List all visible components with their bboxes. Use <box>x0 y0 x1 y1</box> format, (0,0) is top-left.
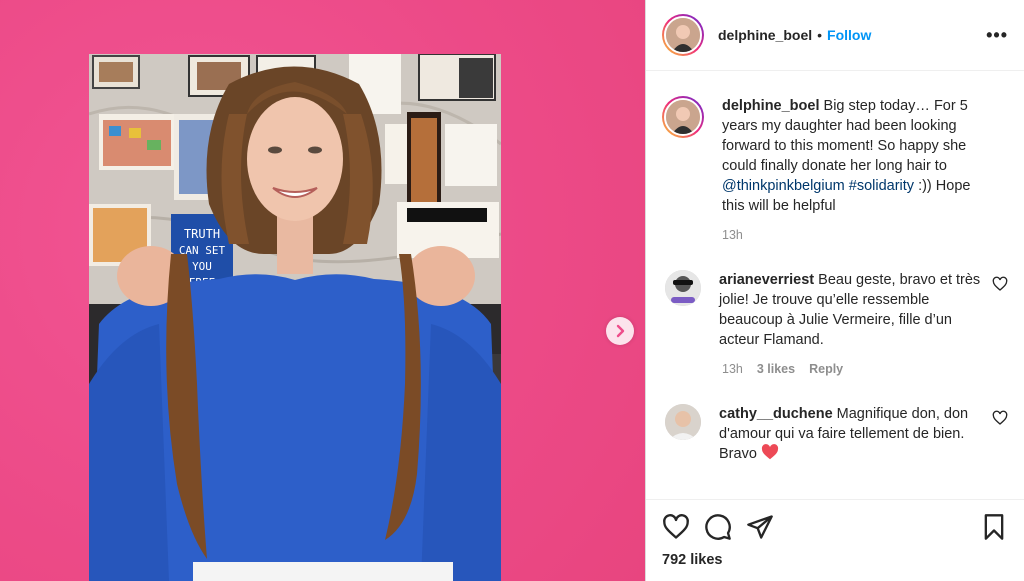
share-paper-plane-icon[interactable] <box>746 513 774 541</box>
sign-line-1: TRUTH <box>184 227 220 241</box>
author-username[interactable]: delphine_boel <box>718 27 812 43</box>
commenter-avatar[interactable] <box>665 270 701 306</box>
next-photo-button[interactable] <box>606 317 634 345</box>
comment-text: arianeverriest Beau geste, bravo et très… <box>719 270 1008 350</box>
comments-section: delphine_boel Big step today… For 5 year… <box>646 71 1024 499</box>
avatar-image <box>666 100 700 134</box>
hashtag-link[interactable]: #solidarity <box>849 178 914 194</box>
comment-username[interactable]: arianeverriest <box>719 272 814 288</box>
like-heart-icon[interactable] <box>662 513 690 541</box>
avatar-image <box>665 404 701 440</box>
likes-count[interactable]: 792 likes <box>662 552 1008 568</box>
author-avatar[interactable] <box>662 14 704 56</box>
post-photo[interactable]: TRUTH CAN SET YOU FREE <box>89 54 501 581</box>
action-bar: 792 likes <box>646 499 1024 581</box>
like-comment-heart-icon[interactable] <box>992 410 1008 426</box>
caption-avatar[interactable] <box>662 96 704 138</box>
more-options-icon[interactable]: ••• <box>986 25 1008 46</box>
commenter-avatar[interactable] <box>665 404 701 440</box>
comment-time[interactable]: 13h <box>722 362 743 376</box>
reply-button[interactable]: Reply <box>809 362 843 376</box>
instagram-post: TRUTH CAN SET YOU FREE <box>0 0 1024 581</box>
action-icons <box>662 510 1008 544</box>
mention-link[interactable]: @thinkpinkbelgium <box>722 178 845 194</box>
save-bookmark-icon[interactable] <box>980 513 1008 541</box>
caption-meta: 13h <box>722 228 1008 242</box>
comment-bubble-icon[interactable] <box>704 513 732 541</box>
post-side-panel: delphine_boel • Follow ••• delphine_boel… <box>646 0 1024 581</box>
chevron-right-icon <box>616 324 625 338</box>
post-media-area: TRUTH CAN SET YOU FREE <box>0 0 646 581</box>
avatar-image <box>666 18 700 52</box>
comment-meta: 13h 3 likes Reply <box>722 362 1008 376</box>
separator-dot: • <box>817 27 823 43</box>
sign-line-3: YOU <box>192 260 212 273</box>
avatar-image <box>665 270 701 306</box>
like-comment-heart-icon[interactable] <box>992 276 1008 292</box>
photo-illustration: TRUTH CAN SET YOU FREE <box>89 54 501 581</box>
comment-likes[interactable]: 3 likes <box>757 362 795 376</box>
comment-username[interactable]: cathy__duchene <box>719 406 833 422</box>
caption-text: delphine_boel Big step today… For 5 year… <box>722 96 1008 216</box>
comment-text: cathy__duchene Magnifique don, don d'amo… <box>719 404 1008 464</box>
caption-time[interactable]: 13h <box>722 228 743 242</box>
follow-button[interactable]: Follow <box>827 27 871 43</box>
caption-row: delphine_boel Big step today… For 5 year… <box>662 96 1008 216</box>
comment-row: cathy__duchene Magnifique don, don d'amo… <box>662 404 1008 464</box>
comment-row: arianeverriest Beau geste, bravo et très… <box>662 270 1008 350</box>
red-heart-emoji-icon <box>761 444 779 460</box>
post-header: delphine_boel • Follow ••• <box>646 0 1024 71</box>
caption-username[interactable]: delphine_boel <box>722 98 820 114</box>
